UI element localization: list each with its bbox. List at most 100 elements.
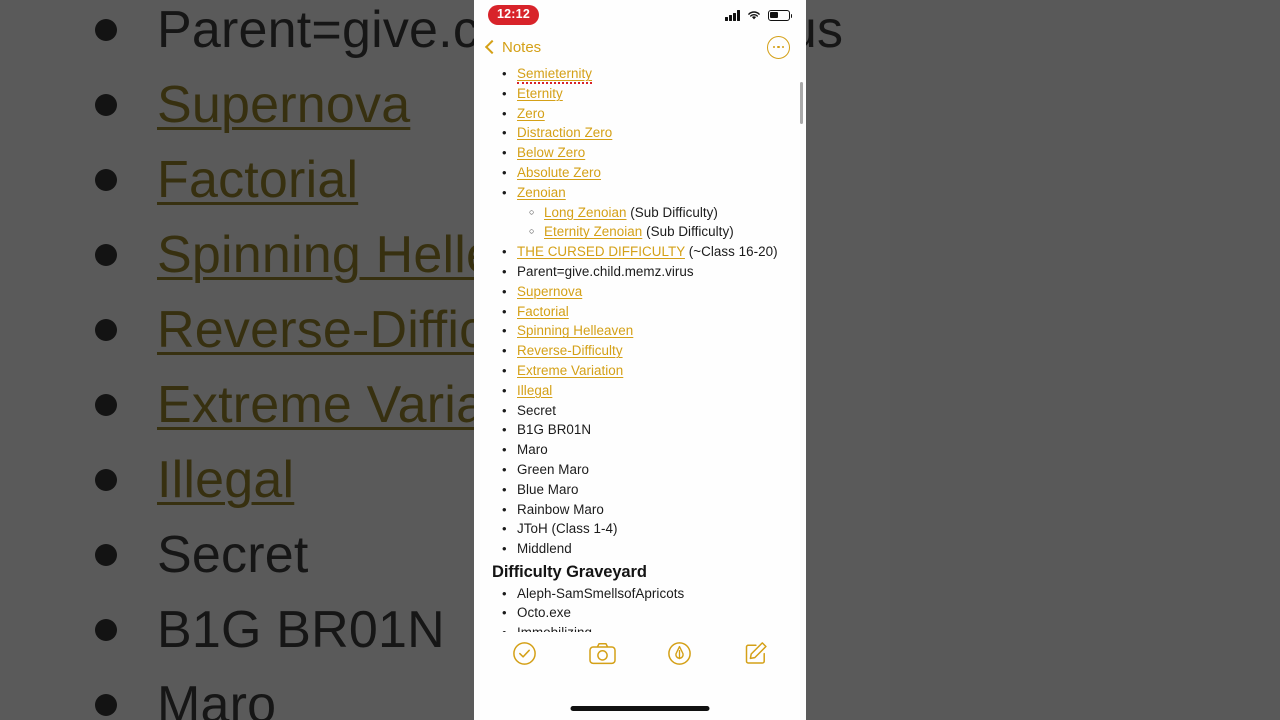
bullet-icon: •: [502, 362, 507, 378]
list-item-link[interactable]: Illegal: [517, 383, 552, 398]
bullet-icon: •: [502, 105, 507, 121]
more-options-button[interactable]: [767, 35, 790, 59]
list-item[interactable]: • B1G BR01N: [474, 420, 806, 440]
checklist-circle-icon: [513, 641, 536, 665]
list-item[interactable]: • Secret: [474, 401, 806, 421]
markup-pen-circle-icon: [668, 641, 692, 665]
list-item[interactable]: • Semieternity: [474, 64, 806, 84]
list-item-link[interactable]: Eternity Zenoian: [544, 224, 642, 239]
list-item-link[interactable]: THE CURSED DIFFICULTY: [517, 244, 685, 259]
bullet-icon: •: [502, 283, 507, 299]
scrollbar-track[interactable]: [800, 64, 803, 658]
status-indicators: [725, 9, 793, 21]
list-item-label: Zero: [517, 104, 545, 124]
list-item[interactable]: • Blue Maro: [474, 480, 806, 500]
list-item-text: Green Maro: [517, 461, 589, 477]
bullet-icon: •: [502, 422, 507, 438]
list-item[interactable]: • Zenoian: [474, 183, 806, 203]
status-bar: 12:12: [474, 0, 806, 30]
bullet-icon: •: [502, 263, 507, 279]
list-item-text: Rainbow Maro: [517, 501, 604, 517]
list-item[interactable]: • Spinning Helleaven: [474, 321, 806, 341]
list-item-text: Aleph-SamSmellsofApricots: [517, 585, 685, 601]
list-item-label: Spinning Helleaven: [517, 321, 633, 341]
list-item[interactable]: • Distraction Zero: [474, 123, 806, 143]
checklist-button[interactable]: [512, 641, 537, 666]
list-item-link[interactable]: Semieternity: [517, 66, 593, 84]
phone-screen: 12:12 Notes • Semieternity • Eternity • Zero •…: [474, 0, 806, 720]
home-indicator[interactable]: [570, 706, 710, 711]
list-item[interactable]: • Parent=give.child.memz.virus: [474, 262, 806, 282]
list-item[interactable]: • Supernova: [474, 282, 806, 302]
list-item-link[interactable]: Eternity: [517, 86, 563, 101]
list-item-label: B1G BR01N: [517, 420, 591, 440]
list-item-link[interactable]: Absolute Zero: [517, 165, 601, 180]
list-item-link[interactable]: Distraction Zero: [517, 125, 612, 140]
list-item[interactable]: • Illegal: [474, 381, 806, 401]
list-item[interactable]: • Below Zero: [474, 143, 806, 163]
list-item-label: Reverse-Difficulty: [517, 341, 623, 361]
list-item-link[interactable]: Zero: [517, 106, 545, 121]
list-item-link[interactable]: Extreme Variation: [517, 363, 623, 378]
bullet-icon: •: [502, 184, 507, 200]
list-item[interactable]: • Reverse-Difficulty: [474, 341, 806, 361]
bullet-icon: •: [502, 442, 507, 458]
list-item[interactable]: • Factorial: [474, 302, 806, 322]
list-item-link[interactable]: Spinning Helleaven: [517, 323, 633, 338]
markup-button[interactable]: [667, 641, 692, 666]
list-item-label: Green Maro: [517, 460, 589, 480]
list-item[interactable]: • Middlend: [474, 539, 806, 559]
list-item-link[interactable]: Long Zenoian: [544, 205, 627, 220]
battery-icon: [768, 9, 793, 21]
list-item[interactable]: • Eternity: [474, 84, 806, 104]
list-item-label: Eternity: [517, 84, 563, 104]
list-item[interactable]: • Green Maro: [474, 460, 806, 480]
section-heading-difficulty-graveyard: Difficulty Graveyard: [492, 562, 647, 581]
bullet-icon: •: [502, 605, 507, 621]
list-item-suffix: (Sub Difficulty): [626, 204, 718, 220]
list-item-text: Blue Maro: [517, 481, 579, 497]
list-item-label: Factorial: [517, 302, 569, 322]
new-note-button[interactable]: [744, 641, 768, 665]
bullet-icon: •: [502, 461, 507, 477]
list-item[interactable]: • Rainbow Maro: [474, 500, 806, 520]
ellipsis-dot: [777, 45, 780, 49]
list-item[interactable]: • Maro: [474, 440, 806, 460]
scrollbar-thumb[interactable]: [800, 82, 803, 124]
list-item[interactable]: • Aleph-SamSmellsofApricots: [474, 584, 806, 604]
bullet-icon: •: [502, 501, 507, 517]
list-item-text: Middlend: [517, 541, 572, 557]
camera-button[interactable]: [588, 642, 616, 665]
list-item[interactable]: • Extreme Variation: [474, 361, 806, 381]
bullet-icon: •: [502, 303, 507, 319]
list-item[interactable]: ○ Long Zenoian (Sub Difficulty): [474, 203, 806, 223]
bullet-icon: •: [502, 244, 507, 260]
list-item-text: Octo.exe: [517, 605, 571, 621]
list-item[interactable]: • THE CURSED DIFFICULTY (~Class 16-20): [474, 242, 806, 262]
list-item-link[interactable]: Zenoian: [517, 185, 566, 200]
note-content[interactable]: • Semieternity • Eternity • Zero • Distraction …: [474, 64, 806, 658]
ellipsis-dot: [773, 45, 776, 49]
hollow-bullet-icon: ○: [529, 226, 535, 237]
list-item-link[interactable]: Factorial: [517, 304, 569, 319]
list-item-link[interactable]: Reverse-Difficulty: [517, 343, 623, 358]
list-item[interactable]: • Octo.exe: [474, 603, 806, 623]
list-item-label: Absolute Zero: [517, 163, 601, 183]
list-item-text: B1G BR01N: [517, 422, 592, 438]
list-item[interactable]: • Zero: [474, 104, 806, 124]
compose-new-note-icon: [745, 642, 767, 664]
list-item-label: Long Zenoian (Sub Difficulty): [544, 203, 718, 223]
back-to-notes-button[interactable]: Notes: [484, 39, 541, 56]
recording-time-pill[interactable]: 12:12: [488, 5, 539, 25]
list-item-link[interactable]: Below Zero: [517, 145, 585, 160]
camera-icon: [588, 642, 616, 664]
list-item-text: Maro: [517, 442, 548, 458]
bullet-icon: •: [502, 382, 507, 398]
chevron-left-icon: [484, 39, 500, 55]
list-item[interactable]: ○ Eternity Zenoian (Sub Difficulty): [474, 222, 806, 242]
list-item[interactable]: • Absolute Zero: [474, 163, 806, 183]
list-item-label: JToH (Class 1-4): [517, 519, 618, 539]
list-item-link[interactable]: Supernova: [517, 284, 582, 299]
bullet-icon: •: [502, 481, 507, 497]
list-item[interactable]: • JToH (Class 1-4): [474, 519, 806, 539]
